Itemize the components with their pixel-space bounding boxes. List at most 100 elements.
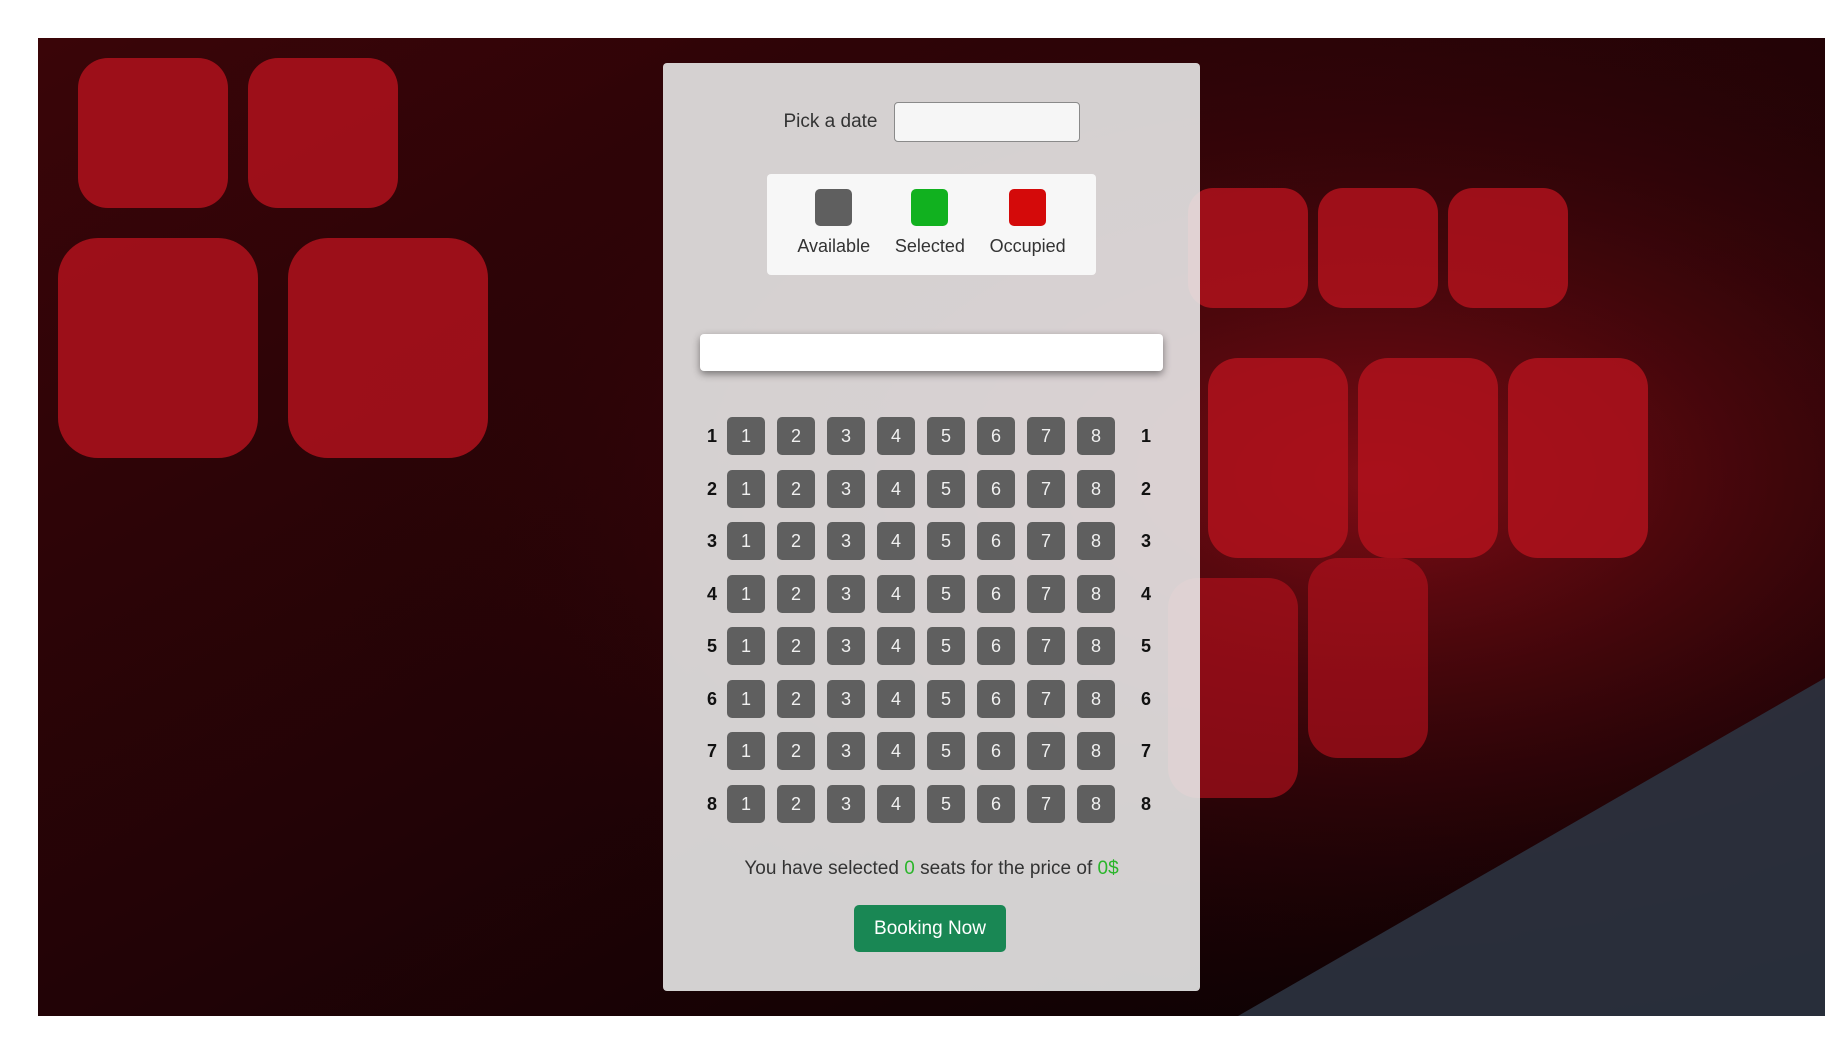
- legend-label: Available: [797, 236, 871, 256]
- seat-button[interactable]: 5: [927, 732, 965, 770]
- seat-button[interactable]: 7: [1027, 574, 1065, 613]
- seat-button[interactable]: 8: [1077, 469, 1115, 508]
- seat-button[interactable]: 2: [777, 679, 815, 718]
- seat-button[interactable]: 7: [1027, 627, 1065, 665]
- seat-button[interactable]: 6: [977, 627, 1015, 665]
- booking-summary: You have selected 0 seats for the price …: [663, 858, 1200, 880]
- seat-button[interactable]: 7: [1027, 732, 1065, 770]
- seat-button[interactable]: 3: [827, 627, 865, 665]
- seat-button[interactable]: 6: [977, 784, 1015, 823]
- date-label: Pick a date: [783, 111, 878, 132]
- seat-button[interactable]: 2: [777, 417, 815, 455]
- seat-button[interactable]: 8: [1077, 679, 1115, 718]
- seat-button[interactable]: 8: [1077, 417, 1115, 455]
- seat-button[interactable]: 4: [877, 679, 915, 718]
- date-input[interactable]: [893, 102, 1080, 142]
- row-label-left: 3: [706, 531, 717, 551]
- row-label-right: 8: [1140, 793, 1151, 814]
- seat-button[interactable]: 8: [1077, 574, 1115, 613]
- seat-row: 8123456788: [663, 784, 1200, 823]
- seat-row: 6123456786: [663, 679, 1200, 718]
- row-label-left: 6: [706, 688, 717, 709]
- seat-button[interactable]: 2: [777, 784, 815, 823]
- seat-button[interactable]: 4: [877, 417, 915, 455]
- booking-panel: Pick a date Available Selected Occupied …: [663, 63, 1200, 991]
- seat-button[interactable]: 4: [877, 784, 915, 823]
- seat-button[interactable]: 2: [777, 469, 815, 508]
- seat-button[interactable]: 7: [1027, 784, 1065, 823]
- seat-button[interactable]: 6: [977, 574, 1015, 613]
- seat-button[interactable]: 1: [727, 732, 765, 770]
- seat-button[interactable]: 4: [877, 469, 915, 508]
- seat-button[interactable]: 5: [927, 784, 965, 823]
- selected-count: 0: [904, 858, 915, 879]
- seat-button[interactable]: 1: [727, 574, 765, 613]
- legend-item-available: Available: [797, 189, 870, 257]
- seat-button[interactable]: 8: [1077, 627, 1115, 665]
- row-label-right: 3: [1140, 531, 1151, 551]
- seat-button[interactable]: 8: [1077, 522, 1115, 560]
- seat-button[interactable]: 5: [927, 627, 965, 665]
- date-picker-row: Pick a date: [663, 100, 1200, 144]
- seat-button[interactable]: 2: [777, 574, 815, 613]
- seat-button[interactable]: 7: [1027, 679, 1065, 718]
- seat-button[interactable]: 1: [727, 679, 765, 718]
- booking-now-button[interactable]: Booking Now: [854, 905, 1006, 952]
- cinema-screen: [700, 334, 1163, 371]
- seat-button[interactable]: 5: [927, 679, 965, 718]
- seat-button[interactable]: 3: [827, 574, 865, 613]
- seat-button[interactable]: 5: [927, 417, 965, 455]
- seat-button[interactable]: 2: [777, 627, 815, 665]
- row-label-right: 1: [1140, 426, 1151, 446]
- seat-button[interactable]: 5: [927, 469, 965, 508]
- total-price: 0$: [1097, 858, 1119, 879]
- seat-button[interactable]: 7: [1027, 417, 1065, 455]
- seat-button[interactable]: 3: [827, 784, 865, 823]
- seat-button[interactable]: 5: [927, 574, 965, 613]
- seat-button[interactable]: 3: [827, 417, 865, 455]
- seat-button[interactable]: 8: [1077, 732, 1115, 770]
- seat-button[interactable]: 6: [977, 469, 1015, 508]
- seat-button[interactable]: 5: [927, 522, 965, 560]
- row-label-right: 5: [1140, 636, 1151, 656]
- seat-button[interactable]: 3: [827, 522, 865, 560]
- seat-button[interactable]: 1: [727, 522, 765, 560]
- row-label-left: 7: [706, 741, 717, 761]
- seat-button[interactable]: 2: [777, 732, 815, 770]
- seat-legend: Available Selected Occupied: [767, 174, 1096, 275]
- seat-button[interactable]: 1: [727, 784, 765, 823]
- seat-button[interactable]: 3: [827, 679, 865, 718]
- row-label-left: 4: [706, 583, 717, 604]
- seat-button[interactable]: 4: [877, 574, 915, 613]
- seat-button[interactable]: 3: [827, 469, 865, 508]
- legend-label: Occupied: [989, 236, 1066, 256]
- seat-button[interactable]: 6: [977, 522, 1015, 560]
- seat-row: 3123456783: [663, 522, 1200, 560]
- seat-button[interactable]: 4: [877, 522, 915, 560]
- seat-row: 1123456781: [663, 417, 1200, 455]
- seat-button[interactable]: 7: [1027, 469, 1065, 508]
- seat-button[interactable]: 1: [727, 469, 765, 508]
- seat-button[interactable]: 8: [1077, 784, 1115, 823]
- row-label-left: 5: [706, 636, 717, 656]
- seat-button[interactable]: 6: [977, 417, 1015, 455]
- seat-button[interactable]: 4: [877, 627, 915, 665]
- row-label-left: 2: [706, 478, 717, 499]
- seat-row: 4123456784: [663, 574, 1200, 613]
- seat-button[interactable]: 6: [977, 732, 1015, 770]
- row-label-left: 8: [706, 793, 717, 814]
- seat-button[interactable]: 2: [777, 522, 815, 560]
- seat-button[interactable]: 4: [877, 732, 915, 770]
- summary-prefix: You have selected: [744, 858, 899, 879]
- seat-button[interactable]: 6: [977, 679, 1015, 718]
- summary-middle: seats for the price of: [920, 858, 1093, 879]
- seat-row: 5123456785: [663, 627, 1200, 665]
- seat-button[interactable]: 3: [827, 732, 865, 770]
- seat-button[interactable]: 1: [727, 417, 765, 455]
- seat-available-swatch: [815, 189, 853, 226]
- row-label-left: 1: [706, 426, 717, 446]
- row-label-right: 2: [1140, 478, 1151, 499]
- seat-button[interactable]: 1: [727, 627, 765, 665]
- legend-item-selected: Selected: [895, 189, 965, 257]
- seat-button[interactable]: 7: [1027, 522, 1065, 560]
